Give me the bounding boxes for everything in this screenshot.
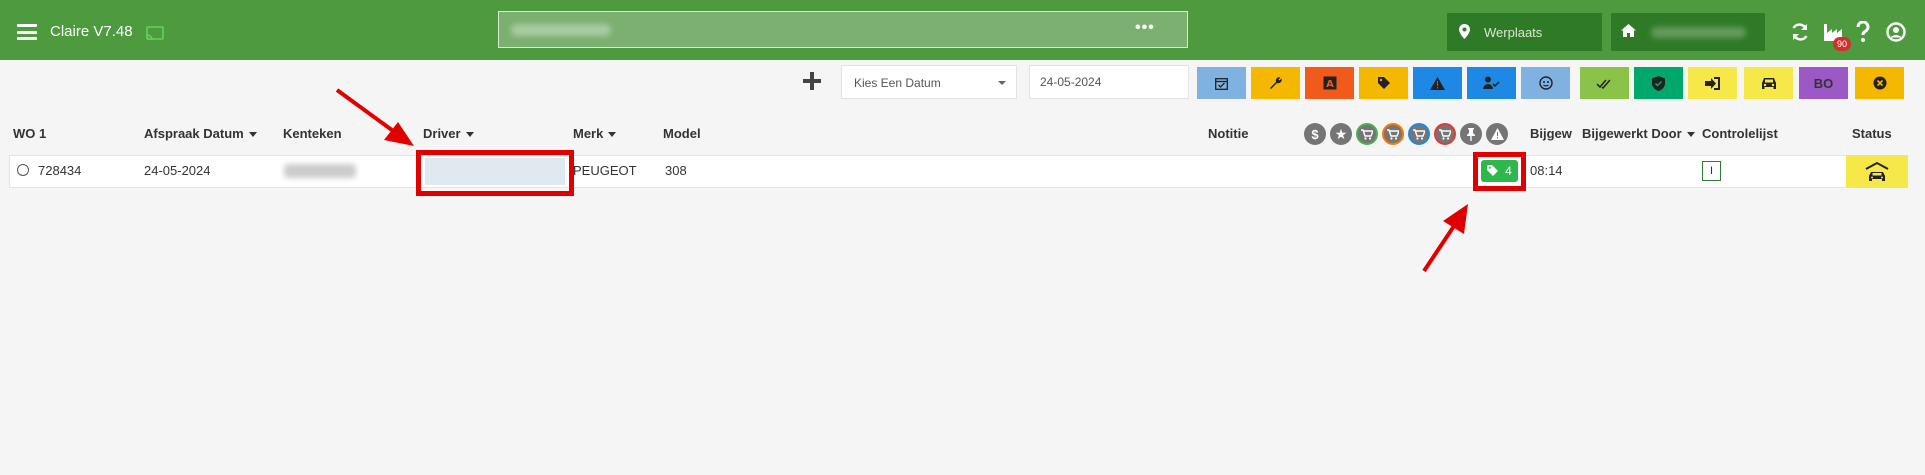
annotation-arrows — [335, 88, 1468, 273]
arrow-head-tag — [1443, 204, 1468, 234]
